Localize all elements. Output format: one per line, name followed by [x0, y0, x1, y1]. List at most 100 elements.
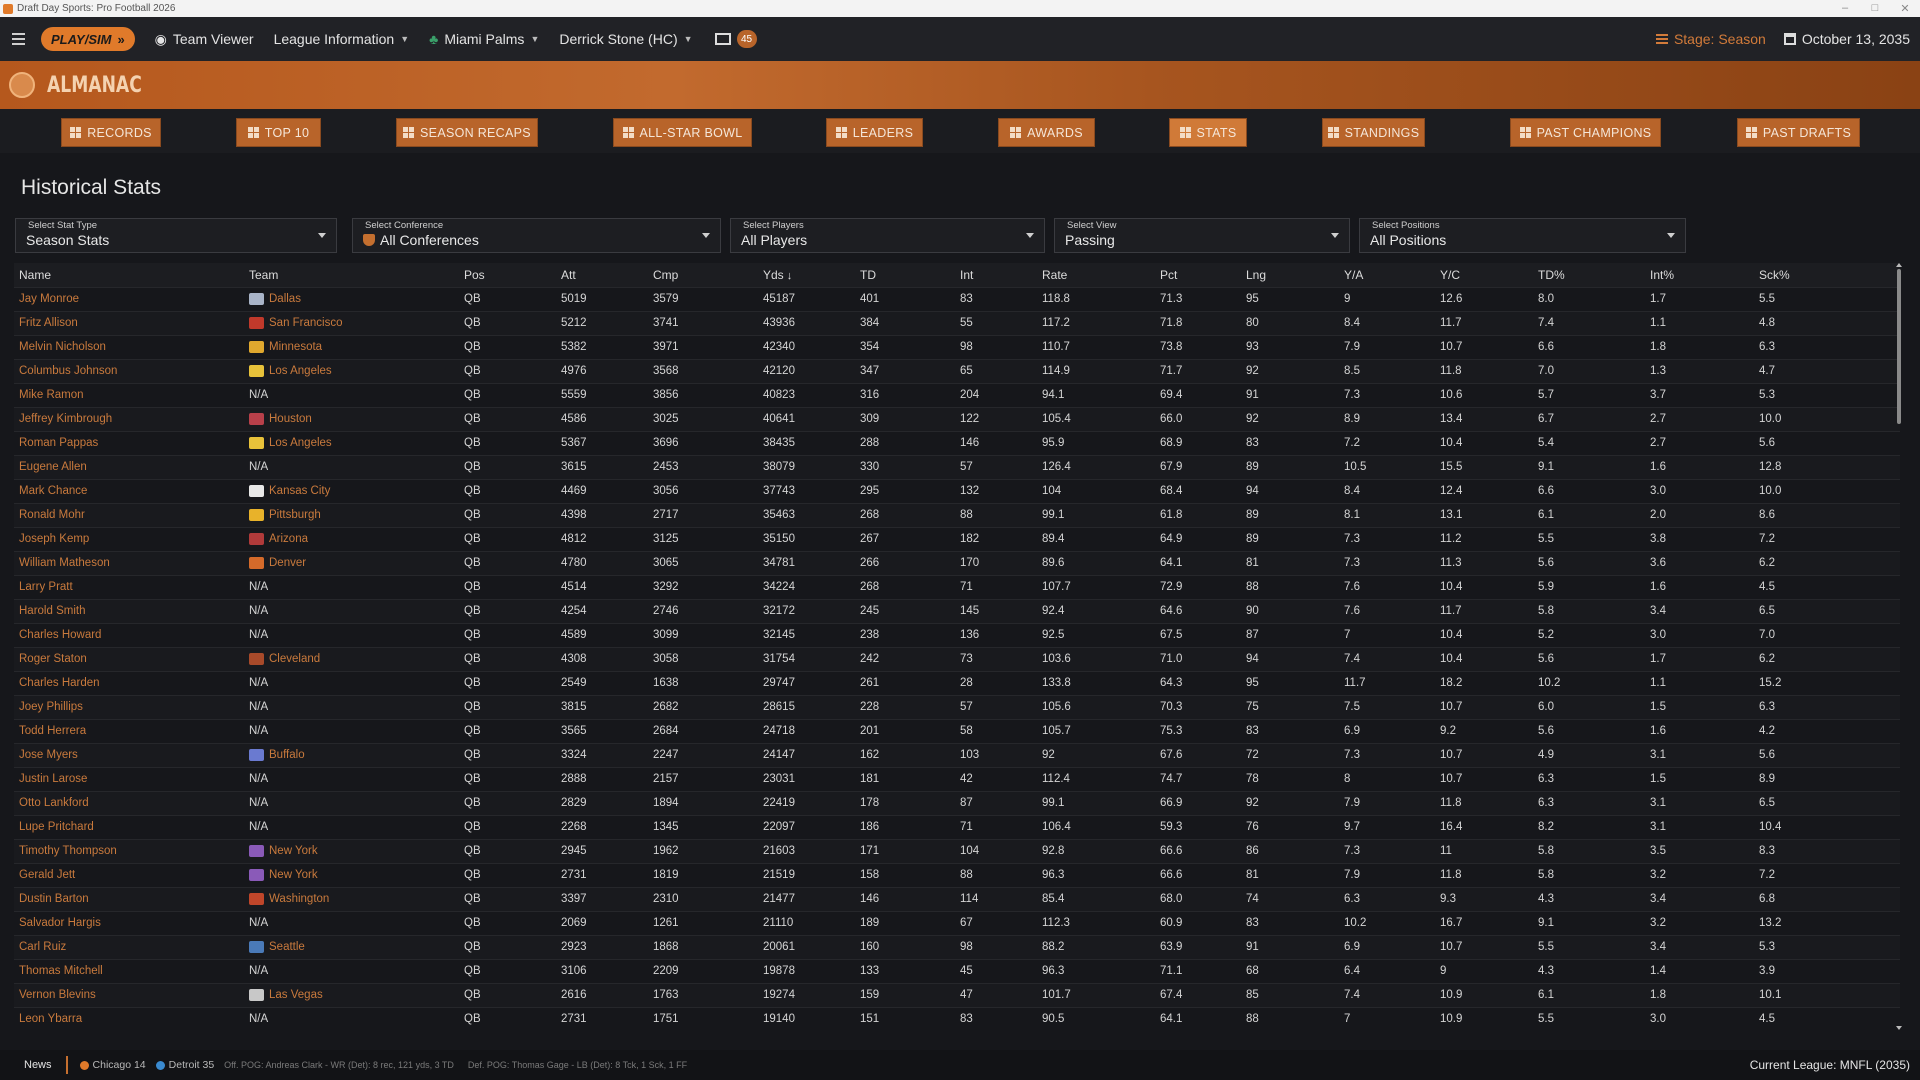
player-name-link[interactable]: Roger Staton — [14, 647, 244, 671]
team-name-link[interactable]: Houston — [269, 413, 312, 425]
table-row[interactable]: Joey Phillips N/A QB 3815 2682 28615 228 57 105.… — [14, 695, 1900, 719]
team-cell[interactable]: Los Angeles — [244, 359, 459, 383]
column-header-rate[interactable]: Rate — [1037, 263, 1155, 287]
player-name-link[interactable]: Harold Smith — [14, 599, 244, 623]
table-row[interactable]: Ronald Mohr Pittsburgh QB 4398 2717 35463 268 8… — [14, 503, 1900, 527]
tab-leaders[interactable]: LEADERS — [826, 118, 923, 147]
table-row[interactable]: Timothy Thompson New York QB 2945 1962 21603 1… — [14, 839, 1900, 863]
team-cell[interactable]: Houston — [244, 407, 459, 431]
stage-indicator[interactable]: Stage: Season — [1655, 31, 1766, 47]
tab-past-champions[interactable]: PAST CHAMPIONS — [1510, 118, 1661, 147]
column-header-int-[interactable]: Int% — [1645, 263, 1754, 287]
team-cell[interactable]: Washington — [244, 887, 459, 911]
player-name-link[interactable]: Eugene Allen — [14, 455, 244, 479]
players-select[interactable]: Select Players All Players — [730, 218, 1045, 253]
positions-select[interactable]: Select Positions All Positions — [1359, 218, 1686, 253]
table-row[interactable]: Joseph Kemp Arizona QB 4812 3125 35150 267 182 8… — [14, 527, 1900, 551]
table-row[interactable]: Leon Ybarra N/A QB 2731 1751 19140 151 83 90.5 64… — [14, 1007, 1900, 1030]
coach-dropdown[interactable]: Derrick Stone (HC) ▼ — [559, 31, 692, 47]
player-name-link[interactable]: Vernon Blevins — [14, 983, 244, 1007]
player-name-link[interactable]: Jose Myers — [14, 743, 244, 767]
stat-type-select[interactable]: Select Stat Type Season Stats — [15, 218, 337, 253]
team-name-link[interactable]: Dallas — [269, 293, 301, 305]
column-header-pct[interactable]: Pct — [1155, 263, 1241, 287]
column-header-pos[interactable]: Pos — [459, 263, 556, 287]
player-name-link[interactable]: William Matheson — [14, 551, 244, 575]
tab-stats[interactable]: STATS — [1169, 118, 1247, 147]
date-indicator[interactable]: October 13, 2035 — [1783, 31, 1910, 47]
team-name-link[interactable]: Buffalo — [269, 749, 305, 761]
table-row[interactable]: Dustin Barton Washington QB 3397 2310 21477 14… — [14, 887, 1900, 911]
score-team-1[interactable]: Chicago 14 — [79, 1059, 146, 1071]
table-row[interactable]: Mike Ramon N/A QB 5559 3856 40823 316 204 94.1 69… — [14, 383, 1900, 407]
player-name-link[interactable]: Charles Howard — [14, 623, 244, 647]
news-button[interactable]: News — [24, 1059, 52, 1071]
team-name-link[interactable]: Minnesota — [269, 341, 322, 353]
table-row[interactable]: Carl Ruiz Seattle QB 2923 1868 20061 160 98 88.2… — [14, 935, 1900, 959]
team-cell[interactable]: Kansas City — [244, 479, 459, 503]
player-name-link[interactable]: Dustin Barton — [14, 887, 244, 911]
team-name-link[interactable]: Pittsburgh — [269, 509, 321, 521]
table-row[interactable]: Salvador Hargis N/A QB 2069 1261 21110 189 67 11… — [14, 911, 1900, 935]
league-information-dropdown[interactable]: League Information ▼ — [274, 31, 410, 47]
player-name-link[interactable]: Joey Phillips — [14, 695, 244, 719]
table-row[interactable]: Justin Larose N/A QB 2888 2157 23031 181 42 112.… — [14, 767, 1900, 791]
column-header-y-a[interactable]: Y/A — [1339, 263, 1435, 287]
team-cell[interactable]: Minnesota — [244, 335, 459, 359]
table-row[interactable]: Todd Herrera N/A QB 3565 2684 24718 201 58 105.7… — [14, 719, 1900, 743]
column-header-td[interactable]: TD — [855, 263, 955, 287]
table-row[interactable]: Lupe Pritchard N/A QB 2268 1345 22097 186 71 106… — [14, 815, 1900, 839]
team-cell[interactable]: Las Vegas — [244, 983, 459, 1007]
player-name-link[interactable]: Charles Harden — [14, 671, 244, 695]
team-name-link[interactable]: Seattle — [269, 941, 305, 953]
player-name-link[interactable]: Gerald Jett — [14, 863, 244, 887]
team-name-link[interactable]: New York — [269, 845, 318, 857]
table-row[interactable]: Columbus Johnson Los Angeles QB 4976 3568 421… — [14, 359, 1900, 383]
column-header-att[interactable]: Att — [556, 263, 648, 287]
player-name-link[interactable]: Mike Ramon — [14, 383, 244, 407]
team-dropdown[interactable]: ♣ Miami Palms ▼ — [429, 31, 539, 47]
player-name-link[interactable]: Leon Ybarra — [14, 1007, 244, 1030]
table-row[interactable]: Vernon Blevins Las Vegas QB 2616 1763 19274 15… — [14, 983, 1900, 1007]
team-cell[interactable]: Los Angeles — [244, 431, 459, 455]
column-header-y-c[interactable]: Y/C — [1435, 263, 1533, 287]
player-name-link[interactable]: Salvador Hargis — [14, 911, 244, 935]
table-row[interactable]: Otto Lankford N/A QB 2829 1894 22419 178 87 99.1… — [14, 791, 1900, 815]
mail-button[interactable]: 45 — [714, 30, 757, 48]
player-name-link[interactable]: Larry Pratt — [14, 575, 244, 599]
player-name-link[interactable]: Mark Chance — [14, 479, 244, 503]
player-name-link[interactable]: Timothy Thompson — [14, 839, 244, 863]
player-name-link[interactable]: Jeffrey Kimbrough — [14, 407, 244, 431]
scroll-up-icon[interactable] — [1896, 263, 1902, 267]
team-name-link[interactable]: Las Vegas — [269, 989, 323, 1001]
team-cell[interactable]: Arizona — [244, 527, 459, 551]
table-row[interactable]: Roman Pappas Los Angeles QB 5367 3696 38435 28… — [14, 431, 1900, 455]
player-name-link[interactable]: Ronald Mohr — [14, 503, 244, 527]
menu-icon[interactable] — [0, 33, 36, 45]
team-cell[interactable]: Cleveland — [244, 647, 459, 671]
column-header-int[interactable]: Int — [955, 263, 1037, 287]
team-cell[interactable]: Buffalo — [244, 743, 459, 767]
team-name-link[interactable]: Los Angeles — [269, 365, 332, 377]
column-header-team[interactable]: Team — [244, 263, 459, 287]
column-header-yds[interactable]: Yds ↓ — [758, 263, 855, 287]
table-row[interactable]: Eugene Allen N/A QB 3615 2453 38079 330 57 126.4… — [14, 455, 1900, 479]
team-cell[interactable]: Denver — [244, 551, 459, 575]
team-name-link[interactable]: Cleveland — [269, 653, 320, 665]
minimize-icon[interactable]: – — [1830, 2, 1860, 15]
table-row[interactable]: Gerald Jett New York QB 2731 1819 21519 158 88 9… — [14, 863, 1900, 887]
team-cell[interactable]: Seattle — [244, 935, 459, 959]
table-row[interactable]: Larry Pratt N/A QB 4514 3292 34224 268 71 107.7 7… — [14, 575, 1900, 599]
team-name-link[interactable]: San Francisco — [269, 317, 343, 329]
table-row[interactable]: Mark Chance Kansas City QB 4469 3056 37743 295… — [14, 479, 1900, 503]
team-cell[interactable]: New York — [244, 839, 459, 863]
tab-season-recaps[interactable]: SEASON RECAPS — [396, 118, 538, 147]
table-row[interactable]: Roger Staton Cleveland QB 4308 3058 31754 242 7… — [14, 647, 1900, 671]
player-name-link[interactable]: Carl Ruiz — [14, 935, 244, 959]
column-header-name[interactable]: Name — [14, 263, 244, 287]
player-name-link[interactable]: Columbus Johnson — [14, 359, 244, 383]
team-name-link[interactable]: Denver — [269, 557, 306, 569]
tab-standings[interactable]: STANDINGS — [1322, 118, 1425, 147]
tab-top-10[interactable]: TOP 10 — [236, 118, 321, 147]
team-cell[interactable]: Dallas — [244, 287, 459, 311]
